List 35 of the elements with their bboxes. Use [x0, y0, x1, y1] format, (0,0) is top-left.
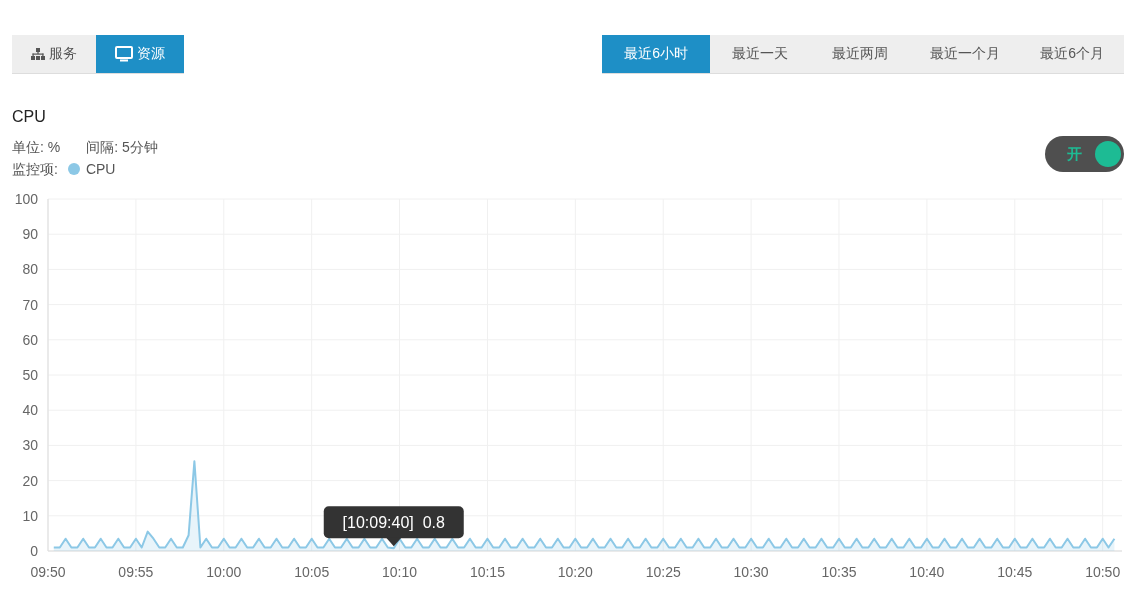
- legend-label: 监控项:: [12, 160, 58, 179]
- x-axis-label: 10:30: [733, 564, 769, 580]
- x-axis-label: 09:50: [30, 564, 66, 580]
- panel-title: CPU: [12, 108, 47, 126]
- sitemap-icon: [31, 48, 45, 60]
- x-axis-label: 10:15: [469, 564, 505, 580]
- y-axis-label: 30: [22, 437, 38, 454]
- y-axis-label: 70: [22, 296, 38, 313]
- x-axis-label: 10:45: [997, 564, 1033, 580]
- y-axis-label: 80: [22, 261, 38, 278]
- x-axis-label: 10:00: [206, 564, 242, 580]
- x-axis-label: 10:10: [382, 564, 418, 580]
- annotation: [10:09:40] 0.8: [342, 514, 445, 532]
- unit-label: 单位: %: [12, 138, 61, 157]
- legend-item[interactable]: CPU: [85, 158, 116, 180]
- x-axis-label: 10:20: [557, 564, 593, 580]
- x-axis-label: 10:05: [294, 564, 330, 580]
- value-tooltip: [10:09:40] 0.8: [323, 506, 464, 547]
- y-axis-label: 40: [22, 402, 38, 419]
- view-tab[interactable]: 资源: [96, 35, 184, 73]
- y-axis-label: 100: [14, 191, 38, 207]
- x-axis-label: 09:55: [118, 564, 154, 580]
- y-axis-label: 0: [30, 543, 38, 559]
- y-axis-label: 90: [22, 226, 38, 243]
- x-axis-label: 10:25: [645, 564, 681, 580]
- monitor-icon: [115, 46, 133, 62]
- y-axis-label: 20: [22, 472, 38, 489]
- y-axis-label: 60: [22, 331, 38, 348]
- interval-label: 间隔: 5分钟: [86, 138, 158, 157]
- y-axis-label: 10: [22, 507, 38, 524]
- y-axis-label: 50: [22, 367, 38, 383]
- x-axis-label: 10:35: [821, 564, 857, 580]
- x-axis-label: 10:50: [1085, 564, 1121, 580]
- time-range-tab[interactable]: 最近6小时: [602, 35, 711, 73]
- x-axis-label: 10:40: [909, 564, 945, 580]
